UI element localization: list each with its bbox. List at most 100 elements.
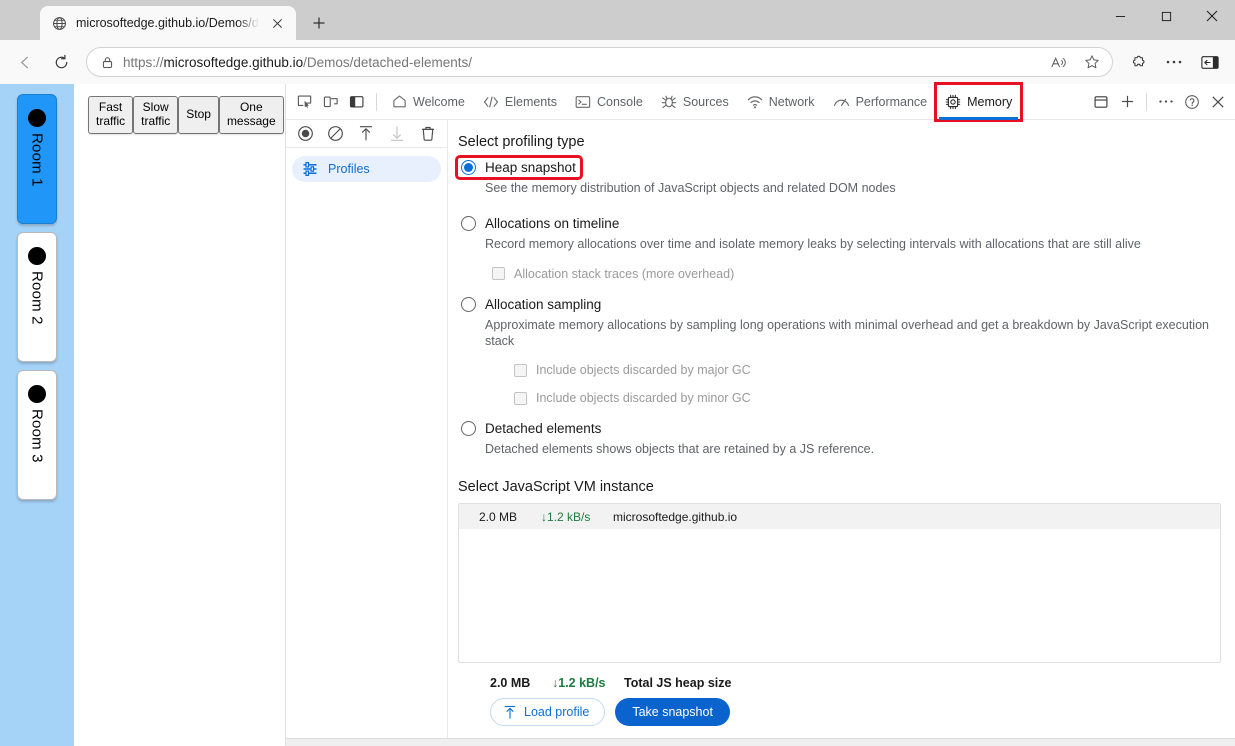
devtools-tab-actions (1088, 89, 1231, 115)
vm-rate: ↓1.2 kB/s (541, 509, 591, 524)
maximize-button[interactable] (1143, 0, 1189, 32)
drawer-icon[interactable] (1088, 89, 1114, 115)
option-description: Detached elements shows objects that are… (485, 442, 875, 456)
load-profile-button[interactable]: Load profile (490, 698, 606, 726)
radio-indicator (461, 216, 476, 232)
dock-side-icon[interactable] (344, 89, 370, 115)
devtools-close-icon[interactable] (1205, 89, 1231, 115)
one-message-button[interactable]: One message (218, 96, 284, 134)
tab-sources[interactable]: Sources (652, 84, 738, 120)
home-icon (393, 95, 406, 108)
refresh-icon (55, 54, 67, 68)
tab-elements[interactable]: Elements (474, 84, 566, 120)
url-text: https://microsoftedge.github.io/Demos/de… (123, 55, 1038, 70)
room-button-1[interactable]: Room 1 (17, 94, 57, 224)
add-tab-icon[interactable] (1114, 89, 1140, 115)
star-icon[interactable] (1078, 48, 1106, 76)
lock-icon[interactable] (97, 52, 117, 72)
memory-chip-icon (945, 94, 961, 109)
page-button-row: Fast traffic Slow traffic Stop One messa… (88, 96, 285, 134)
tab-memory[interactable]: Memory (934, 81, 1024, 122)
url-path: /Demos/detached-elements/ (303, 54, 472, 70)
total-rate: ↓1.2 kB/s (552, 676, 606, 690)
radio-detached-elements[interactable]: Detached elements (458, 419, 605, 438)
radio-allocations-on-timeline[interactable]: Allocations on timeline (458, 214, 623, 233)
browser-tab[interactable]: microsoftedge.github.io/Demos/d (40, 6, 296, 40)
tab-welcome[interactable]: Welcome (383, 84, 474, 120)
devtools-more-options-icon[interactable] (1153, 89, 1179, 115)
tab-title: microsoftedge.github.io/Demos/d (76, 16, 259, 30)
plus-icon (313, 17, 325, 29)
vm-instance-list[interactable]: 2.0 MB ↓1.2 kB/s microsoftedge.github.io (458, 503, 1221, 664)
radio-allocation-sampling[interactable]: Allocation sampling (458, 295, 605, 314)
devtools-panel: Welcome Elements Console Sources Network… (285, 81, 1235, 746)
record-icon[interactable] (292, 121, 318, 147)
memory-footer: 2.0 MB ↓1.2 kB/s Total JS heap size Load… (448, 666, 1235, 738)
read-aloud-icon[interactable] (1044, 48, 1072, 76)
tab-network[interactable]: Network (738, 84, 824, 120)
option-heap-snapshot: Heap snapshot See the memory distributio… (455, 155, 1221, 196)
stop-button[interactable]: Stop (178, 96, 219, 134)
option-allocations-on-timeline: Allocations on timeline Record memory al… (458, 214, 1221, 281)
save-profile-icon[interactable] (384, 121, 410, 147)
refresh-button[interactable] (44, 45, 78, 79)
room-status-dot (28, 109, 46, 127)
browser-window: microsoftedge.github.io/Demos/d https://… (0, 0, 1235, 746)
radio-indicator (461, 160, 476, 175)
checkbox-major-gc[interactable]: Include objects discarded by major GC (514, 363, 1221, 377)
option-label: Heap snapshot (485, 160, 576, 175)
device-toolbar-icon[interactable] (318, 89, 344, 115)
slow-traffic-button[interactable]: Slow traffic (133, 96, 179, 134)
toolbar-actions (1121, 45, 1227, 79)
room-button-3[interactable]: Room 3 (17, 370, 57, 500)
total-heap-size: 2.0 MB (490, 676, 531, 690)
sidebar-toggle-button[interactable] (1193, 45, 1227, 79)
room-label: Room 1 (28, 133, 46, 187)
fast-traffic-button[interactable]: Fast traffic (88, 96, 134, 134)
radio-heap-snapshot[interactable]: Heap snapshot (455, 155, 583, 180)
new-tab-button[interactable] (304, 8, 334, 38)
sidebar-toggle-icon (1201, 55, 1219, 69)
vm-instance-row[interactable]: 2.0 MB ↓1.2 kB/s microsoftedge.github.io (459, 504, 1220, 530)
sliders-icon (303, 161, 317, 177)
option-label: Allocation sampling (485, 296, 602, 312)
vm-heap-size: 2.0 MB (479, 509, 518, 524)
tab-label: Network (768, 94, 815, 109)
checkbox-indicator (514, 391, 527, 405)
question-circle-icon[interactable] (1179, 89, 1205, 115)
checkbox-minor-gc[interactable]: Include objects discarded by minor GC (514, 391, 1221, 405)
tab-close-icon[interactable] (268, 13, 288, 33)
address-bar[interactable]: https://microsoftedge.github.io/Demos/de… (86, 47, 1113, 77)
extensions-button[interactable] (1121, 45, 1155, 79)
load-profile-icon[interactable] (353, 121, 379, 147)
minimize-button[interactable] (1097, 0, 1143, 32)
memory-sidebar: Profiles (286, 120, 448, 738)
room-label: Room 3 (28, 409, 46, 463)
tab-label: Elements (504, 94, 557, 109)
close-window-button[interactable] (1189, 0, 1235, 32)
browser-settings-button[interactable] (1157, 45, 1191, 79)
url-scheme: https:// (123, 54, 164, 70)
back-button[interactable] (8, 45, 42, 79)
actions-divider (1146, 92, 1147, 111)
footer-buttons: Load profile Take snapshot (458, 698, 1221, 726)
vm-host: microsoftedge.github.io (613, 509, 738, 524)
vm-instance-title: Select JavaScript VM instance (458, 479, 654, 496)
checkbox-indicator (514, 363, 527, 377)
tab-performance[interactable]: Performance (824, 84, 937, 120)
checkbox-allocation-stack-traces[interactable]: Allocation stack traces (more overhead) (492, 267, 1221, 281)
take-snapshot-button[interactable]: Take snapshot (615, 698, 730, 726)
memory-scroll-area: Select profiling type Heap snapshot See … (448, 134, 1235, 666)
take-snapshot-label: Take snapshot (632, 705, 713, 719)
room-button-2[interactable]: Room 2 (17, 232, 57, 362)
inspect-element-icon[interactable] (292, 89, 318, 115)
delete-profile-icon[interactable] (415, 121, 441, 147)
option-description: Record memory allocations over time and … (485, 237, 1141, 252)
checkbox-label: Include objects discarded by minor GC (536, 391, 751, 405)
sidebar-item-label: Profiles (328, 162, 370, 176)
tab-console[interactable]: Console (566, 84, 652, 120)
clear-icon[interactable] (323, 121, 349, 147)
sidebar-item-profiles[interactable]: Profiles (292, 156, 441, 182)
